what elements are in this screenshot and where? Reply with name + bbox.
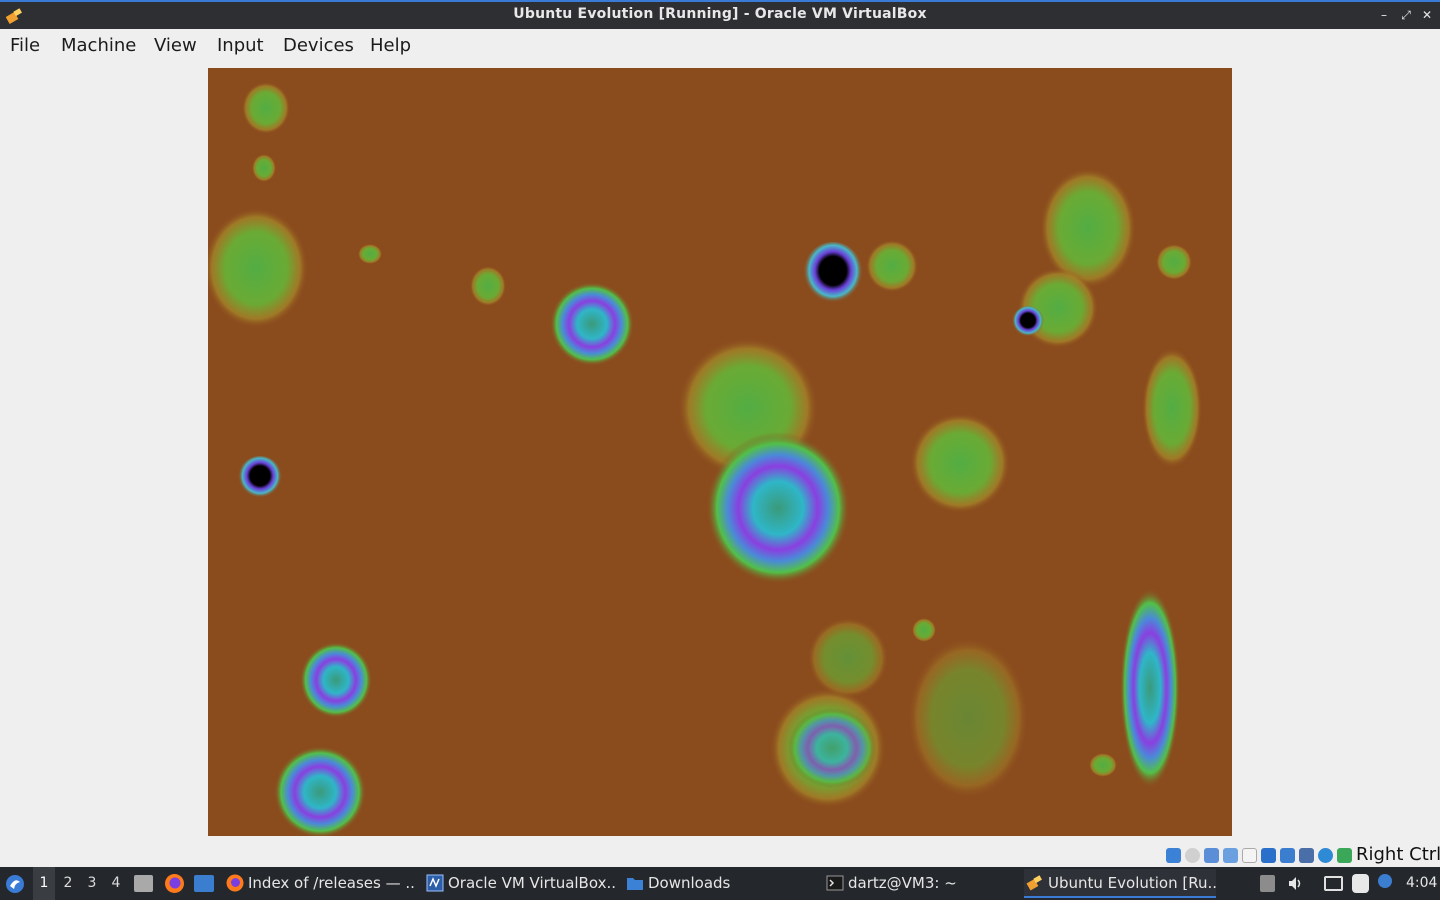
restore-button[interactable]: ⤢: [1398, 7, 1414, 23]
workspace-1[interactable]: 1: [33, 867, 55, 900]
task-terminal[interactable]: dartz@VM3: ~: [824, 869, 1014, 898]
task-label: Index of /releases — ...: [248, 874, 414, 892]
shared-folders-icon[interactable]: [1261, 848, 1276, 863]
vm-statusbar: Right Ctrl: [0, 843, 1440, 867]
host-key-label: Right Ctrl: [1356, 844, 1440, 865]
vm-display[interactable]: [208, 68, 1232, 836]
file-manager-launcher-icon[interactable]: [134, 875, 153, 892]
network-icon[interactable]: [1223, 848, 1238, 863]
desktop-launcher-icon[interactable]: [194, 875, 214, 892]
minimize-button[interactable]: –: [1376, 7, 1392, 23]
terminal-icon: [826, 875, 844, 891]
workspace-4[interactable]: 4: [105, 867, 127, 900]
notification-tray-icon[interactable]: [1378, 874, 1392, 888]
folder-icon: [627, 878, 643, 890]
close-button[interactable]: ✕: [1419, 7, 1435, 23]
updates-tray-icon[interactable]: [1260, 875, 1275, 892]
firefox-icon: [226, 874, 244, 892]
window-title: Ubuntu Evolution [Running] - Oracle VM V…: [513, 6, 927, 22]
workspace-2[interactable]: 2: [57, 867, 79, 900]
task-downloads[interactable]: Downloads: [624, 869, 814, 898]
taskbar: 1 2 3 4 Index of /releases — ... Oracle …: [0, 867, 1440, 900]
menu-view[interactable]: View: [154, 35, 197, 56]
clipboard-tray-icon[interactable]: [1352, 874, 1369, 893]
video-capture-icon[interactable]: [1299, 848, 1314, 863]
cpu-icon[interactable]: [1318, 848, 1333, 863]
task-label: dartz@VM3: ~: [848, 874, 957, 892]
menu-file[interactable]: File: [10, 35, 40, 56]
menu-input[interactable]: Input: [217, 35, 264, 56]
task-label: Ubuntu Evolution [Ru...: [1048, 874, 1216, 892]
hard-disk-icon[interactable]: [1166, 848, 1181, 863]
window-titlebar[interactable]: Ubuntu Evolution [Running] - Oracle VM V…: [0, 0, 1440, 29]
usb-icon[interactable]: [1242, 848, 1257, 863]
start-menu-icon[interactable]: [5, 874, 25, 894]
screensaver-bubbles: [208, 82, 1202, 836]
menu-bar: File Machine View Input Devices Help: [0, 29, 1440, 63]
menu-devices[interactable]: Devices: [283, 35, 354, 56]
workspace-3[interactable]: 3: [81, 867, 103, 900]
audio-icon[interactable]: [1204, 848, 1219, 863]
volume-icon[interactable]: [1287, 875, 1305, 892]
task-label: Oracle VM VirtualBox...: [448, 874, 616, 892]
menu-help[interactable]: Help: [370, 35, 411, 56]
firefox-launcher-icon[interactable]: [164, 873, 185, 894]
menu-machine[interactable]: Machine: [61, 35, 136, 56]
virtualbox-icon: [426, 874, 444, 892]
task-ubuntu-evolution-vm[interactable]: Ubuntu Evolution [Ru...: [1024, 869, 1216, 898]
task-label: Downloads: [648, 874, 731, 892]
virtualbox-vm-icon: [1026, 875, 1042, 891]
network-tray-icon[interactable]: [1324, 876, 1343, 891]
clock[interactable]: 4:04: [1406, 867, 1437, 900]
display-icon[interactable]: [1280, 848, 1295, 863]
task-virtualbox-manager[interactable]: Oracle VM VirtualBox...: [424, 869, 616, 898]
optical-drive-icon[interactable]: [1185, 848, 1200, 863]
mouse-integration-icon[interactable]: [1337, 848, 1352, 863]
task-firefox[interactable]: Index of /releases — ...: [224, 869, 414, 898]
